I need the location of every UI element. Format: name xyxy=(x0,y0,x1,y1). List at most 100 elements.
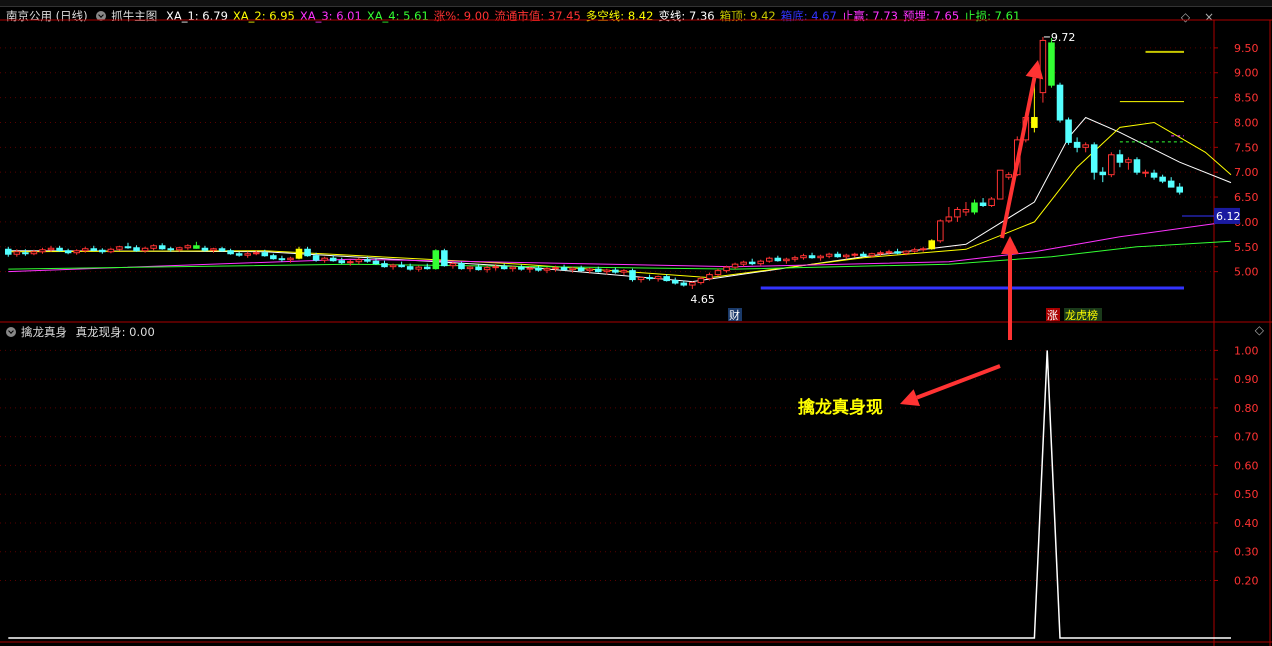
candle-body xyxy=(107,248,115,253)
candle-body xyxy=(825,253,833,257)
sub-y-tick-label: 0.90 xyxy=(1234,373,1259,386)
candle-body xyxy=(766,257,773,262)
candle-body xyxy=(261,252,269,257)
candle-body xyxy=(466,266,474,270)
sub-y-tick-label: 0.80 xyxy=(1234,402,1259,415)
candle-body xyxy=(347,261,354,264)
candle-body xyxy=(509,266,517,270)
candle-body xyxy=(988,198,995,206)
candle-body xyxy=(13,251,21,255)
candle-body xyxy=(458,263,465,270)
candle-body xyxy=(774,257,782,262)
y-tick-label: 9.50 xyxy=(1234,42,1259,55)
candle-body xyxy=(577,267,585,272)
candle-body xyxy=(415,266,422,270)
candle-body xyxy=(526,267,534,270)
candle-body xyxy=(398,264,405,268)
candle-body xyxy=(158,245,166,250)
high-price-label: 9.72 xyxy=(1051,31,1076,44)
candle-body xyxy=(885,251,893,254)
y-tick-label: 9.00 xyxy=(1234,67,1259,80)
candle-body xyxy=(1133,159,1141,173)
candle-body xyxy=(99,249,106,253)
candle-body xyxy=(603,269,611,273)
candle-body xyxy=(235,253,243,256)
candle-body xyxy=(321,257,328,261)
candle-body xyxy=(851,253,859,256)
candle-body xyxy=(1065,119,1072,143)
candle-body xyxy=(423,266,431,270)
candle-body xyxy=(389,264,397,268)
candle-body xyxy=(483,267,491,271)
candle-body xyxy=(167,248,175,251)
ma-line-XA_3 xyxy=(8,220,1232,273)
candle-body xyxy=(800,255,807,259)
arrow-left-shaft xyxy=(916,364,1001,400)
candle-body xyxy=(432,250,440,270)
candle-body xyxy=(671,280,679,284)
y-tick-label: 6.50 xyxy=(1234,191,1259,204)
candle-body xyxy=(714,270,722,276)
candle-body xyxy=(919,248,927,251)
candle-body xyxy=(894,251,901,254)
event-marker-longhu: 龙虎榜 xyxy=(1065,308,1098,322)
candle-body xyxy=(996,169,1004,200)
candle-body xyxy=(586,268,594,272)
candle-body xyxy=(748,261,756,265)
candle-body xyxy=(620,270,628,273)
candle-body xyxy=(680,282,688,286)
candle-body xyxy=(1073,141,1081,148)
candle-body xyxy=(902,250,910,254)
sub-y-tick-label: 0.50 xyxy=(1234,488,1259,501)
candle-body xyxy=(1108,154,1115,176)
candle-body xyxy=(1048,42,1055,86)
candle-body xyxy=(1142,171,1149,174)
candle-body xyxy=(911,249,918,252)
candle-body xyxy=(30,251,38,255)
candle-body xyxy=(64,250,72,254)
candle-body xyxy=(535,267,542,271)
candle-body xyxy=(381,263,388,268)
candle-body xyxy=(475,266,482,271)
candle-body xyxy=(612,269,619,273)
candle-body xyxy=(543,268,551,271)
signal-line xyxy=(8,350,1231,639)
annotation-text: 擒龙真身现 xyxy=(798,398,883,418)
candle-body xyxy=(90,248,98,251)
candle-body xyxy=(278,258,286,261)
event-marker-zhang: 涨 xyxy=(1047,309,1058,322)
arrow-up-head xyxy=(1001,236,1019,254)
candle-body xyxy=(47,247,55,251)
candle-body xyxy=(868,253,876,257)
candle-body xyxy=(492,266,499,269)
candle-body xyxy=(877,252,884,255)
candle-body xyxy=(270,255,277,260)
candle-body xyxy=(740,261,747,265)
candle-body xyxy=(218,248,226,252)
candle-body xyxy=(141,247,149,252)
candle-body xyxy=(518,266,525,270)
candle-body xyxy=(552,267,559,270)
current-price-label: 6.12 xyxy=(1216,210,1241,223)
sub-y-tick-label: 0.30 xyxy=(1234,546,1259,559)
candle-body xyxy=(287,257,294,261)
y-tick-label: 5.00 xyxy=(1234,266,1259,279)
candle-body xyxy=(697,278,705,284)
candle-body xyxy=(783,258,790,262)
candle-body xyxy=(928,240,936,250)
candle-body xyxy=(329,257,337,262)
candle-body xyxy=(629,270,636,281)
y-tick-label: 8.50 xyxy=(1234,92,1259,105)
candle-body xyxy=(937,220,944,242)
chart-canvas: 9.509.008.508.007.507.006.506.005.505.00… xyxy=(0,19,1272,646)
candle-body xyxy=(355,259,363,263)
candle-body xyxy=(56,247,63,252)
candle-body xyxy=(646,277,653,280)
candle-body xyxy=(406,266,414,270)
candle-body xyxy=(560,267,568,271)
event-marker-cai: 财 xyxy=(729,308,740,322)
candle-body xyxy=(184,245,192,249)
y-tick-label: 5.50 xyxy=(1234,241,1259,254)
candle-body xyxy=(133,247,140,252)
candle-body xyxy=(73,250,80,254)
